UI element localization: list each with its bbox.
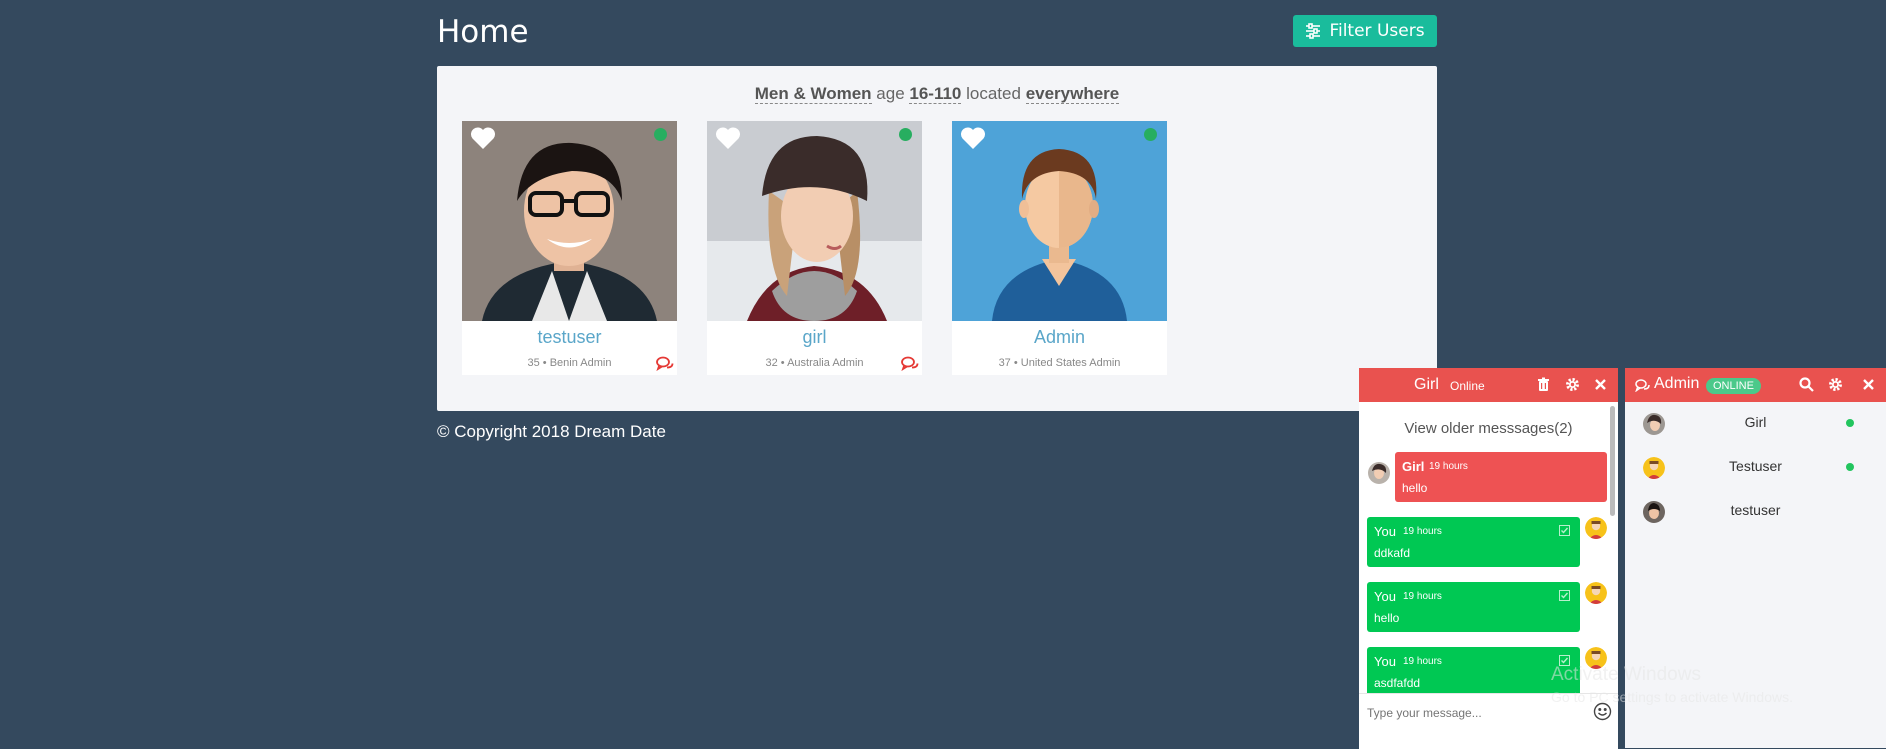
filter-summary: Men & Women age 16-110 located everywher… <box>437 84 1437 104</box>
online-indicator <box>1846 419 1854 427</box>
online-indicator <box>1144 128 1157 141</box>
chat-input-area <box>1359 693 1618 749</box>
chat-contact-status: Online <box>1450 379 1485 393</box>
close-icon[interactable] <box>1861 377 1876 392</box>
user-photo[interactable] <box>462 121 677 321</box>
message-time: 19 hours <box>1429 461 1468 472</box>
user-card[interactable]: girl 32 • Australia Admin <box>707 121 922 375</box>
gear-icon[interactable] <box>1828 377 1843 392</box>
user-meta: 35 • Benin Admin <box>527 357 612 369</box>
message-time: 19 hours <box>1403 591 1442 602</box>
chat-bubbles-icon <box>1635 379 1650 392</box>
user-card[interactable]: Admin 37 • United States Admin <box>952 121 1167 375</box>
online-indicator <box>899 128 912 141</box>
user-name[interactable]: Admin <box>952 327 1167 348</box>
filter-gender[interactable]: Men & Women <box>754 84 872 104</box>
chat-header[interactable]: Girl Online <box>1359 368 1618 402</box>
chat-contact-name: Girl <box>1414 376 1439 393</box>
smiley-icon[interactable] <box>1593 702 1612 721</box>
search-icon[interactable] <box>1799 377 1814 392</box>
user-meta: 32 • Australia Admin <box>765 357 864 369</box>
check-icon <box>1559 655 1570 666</box>
message-text: hello <box>1374 611 1400 625</box>
filter-located-label: located <box>966 84 1021 103</box>
sliders-icon <box>1306 23 1321 39</box>
message-text: asdfafdd <box>1374 676 1421 690</box>
avatar <box>1585 647 1607 669</box>
user-list-item[interactable]: testuser <box>1625 492 1886 532</box>
message-incoming: Girl 19 hours hello <box>1395 452 1607 502</box>
heart-icon[interactable] <box>715 126 741 150</box>
avatar <box>1368 462 1390 484</box>
user-name[interactable]: girl <box>707 327 922 348</box>
user-card[interactable]: testuser 35 • Benin Admin <box>462 121 677 375</box>
chat-scrollbar[interactable] <box>1610 406 1615 516</box>
check-icon <box>1559 590 1570 601</box>
page-title: Home <box>437 14 529 50</box>
users-panel-title: Admin <box>1654 375 1700 392</box>
chat-bubbles-icon[interactable] <box>901 356 919 371</box>
message-outgoing: You 19 hours hello <box>1367 582 1580 632</box>
users-panel: Men & Women age 16-110 located everywher… <box>437 66 1437 411</box>
message-time: 19 hours <box>1403 526 1442 537</box>
user-name[interactable]: testuser <box>462 327 677 348</box>
user-list-name: testuser <box>1730 502 1781 518</box>
message-text: ddkafd <box>1374 546 1411 560</box>
filter-location[interactable]: everywhere <box>1025 84 1120 104</box>
user-photo[interactable] <box>707 121 922 321</box>
message-sender: Girl <box>1402 459 1425 474</box>
user-list-item[interactable]: Testuser <box>1625 448 1886 488</box>
filter-users-label: Filter Users <box>1329 21 1425 41</box>
message-outgoing: You 19 hours asdfafdd <box>1367 647 1580 693</box>
filter-age-range[interactable]: 16-110 <box>909 84 962 104</box>
close-icon[interactable] <box>1593 377 1608 392</box>
message-sender: You <box>1374 589 1396 604</box>
filter-users-button[interactable]: Filter Users <box>1293 15 1437 47</box>
message-time: 19 hours <box>1403 656 1442 667</box>
message-sender: You <box>1374 524 1396 539</box>
avatar <box>1585 582 1607 604</box>
check-icon <box>1559 525 1570 536</box>
message-input[interactable] <box>1365 700 1579 726</box>
user-photo[interactable] <box>952 121 1167 321</box>
copyright: © Copyright 2018 Dream Date <box>437 422 666 441</box>
status-badge: ONLINE <box>1706 378 1761 394</box>
avatar <box>1585 517 1607 539</box>
online-indicator <box>1846 463 1854 471</box>
chat-bubbles-icon[interactable] <box>656 356 674 371</box>
trash-icon[interactable] <box>1536 377 1551 392</box>
chat-users-panel: Admin ONLINE Girl Testuser testuser <box>1625 368 1886 748</box>
heart-icon[interactable] <box>470 126 496 150</box>
chat-messages[interactable]: View older messsages(2) Girl 19 hours he… <box>1359 402 1618 693</box>
message-text: hello <box>1402 481 1428 495</box>
online-indicator <box>654 128 667 141</box>
message-outgoing: You 19 hours ddkafd <box>1367 517 1580 567</box>
chat-window: Girl Online View older messsages(2) Girl… <box>1359 368 1618 749</box>
users-panel-header[interactable]: Admin ONLINE <box>1625 368 1886 402</box>
filter-age-label: age <box>876 84 905 103</box>
user-meta: 37 • United States Admin <box>998 357 1121 369</box>
user-list-item[interactable]: Girl <box>1625 404 1886 444</box>
message-sender: You <box>1374 654 1396 669</box>
heart-icon[interactable] <box>960 126 986 150</box>
view-older-messages[interactable]: View older messsages(2) <box>1359 420 1618 437</box>
gear-icon[interactable] <box>1565 377 1580 392</box>
